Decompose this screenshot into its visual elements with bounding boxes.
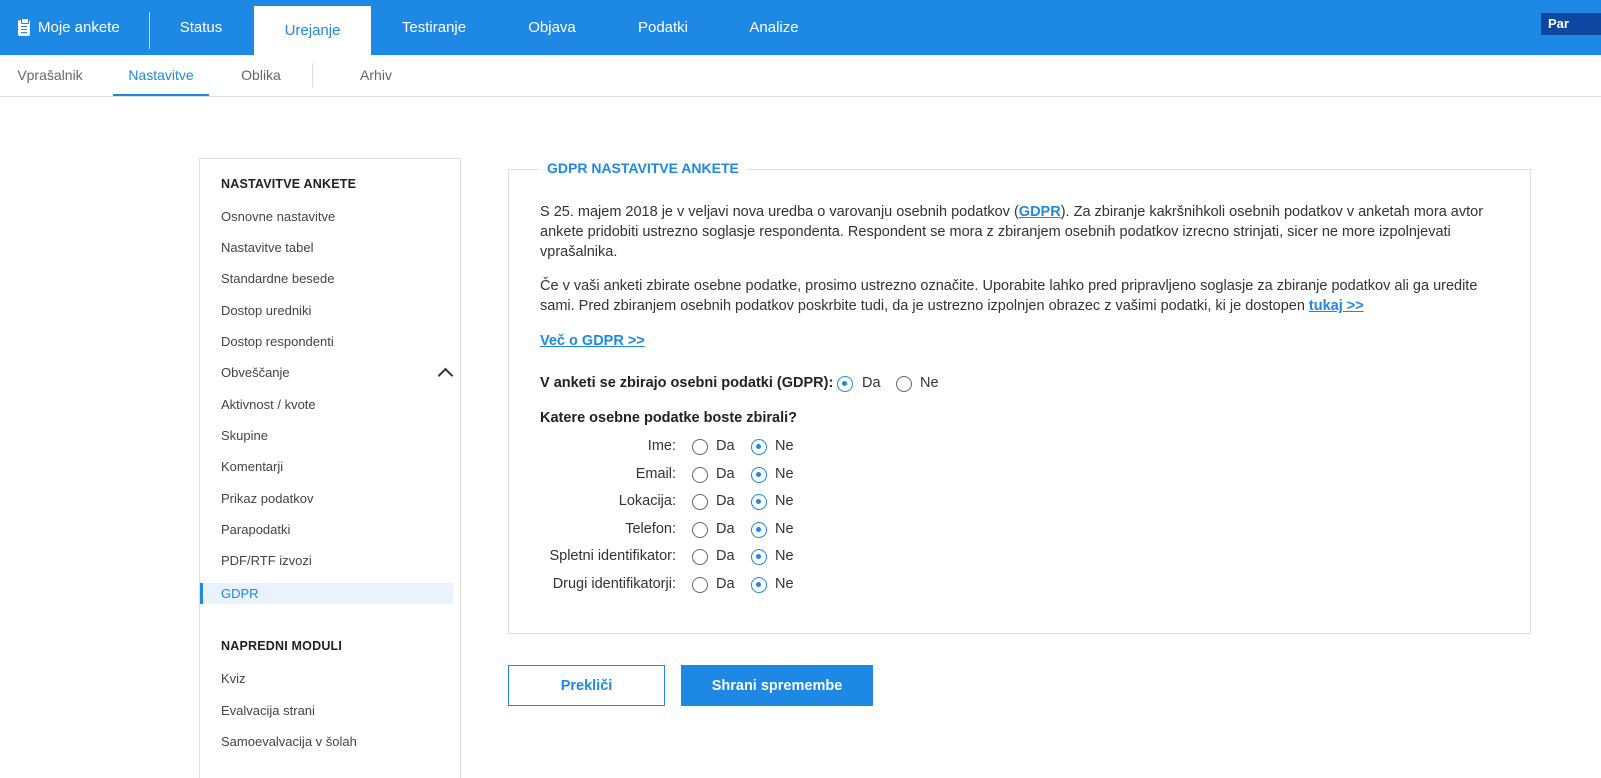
subtab-oblika[interactable]: Oblika bbox=[232, 55, 290, 95]
email-no-label: Ne bbox=[775, 466, 794, 482]
tab-testiranje[interactable]: Testiranje bbox=[384, 0, 484, 55]
ime-yes-label: Da bbox=[716, 438, 735, 454]
more-about-gdpr-link[interactable]: Več o GDPR >> bbox=[540, 333, 645, 349]
lokacija-no-label: Ne bbox=[775, 493, 794, 509]
gdpr-intro-paragraph: S 25. majem 2018 je v veljavi nova uredb… bbox=[540, 202, 1490, 262]
tab-urejanje[interactable]: Urejanje bbox=[254, 6, 371, 55]
subtab-arhiv[interactable]: Arhiv bbox=[350, 55, 402, 95]
personal-data-question: Katere osebne podatke boste zbirali? bbox=[540, 410, 798, 426]
sidebar-item-obvescanje[interactable]: Obveščanje bbox=[221, 365, 290, 380]
sidebar-item-prikaz[interactable]: Prikaz podatkov bbox=[221, 491, 314, 506]
tab-podatki[interactable]: Podatki bbox=[620, 0, 706, 55]
sidebar-item-komentarji[interactable]: Komentarji bbox=[221, 459, 283, 474]
my-surveys-link[interactable]: Moje ankete bbox=[18, 0, 120, 55]
ime-no-radio[interactable] bbox=[751, 439, 767, 455]
sidebar-item-osnovne[interactable]: Osnovne nastavitve bbox=[221, 209, 335, 224]
field-label-spletni: Spletni identifikator: bbox=[549, 548, 676, 564]
email-no-radio[interactable] bbox=[751, 467, 767, 483]
sidebar-item-tabele[interactable]: Nastavitve tabel bbox=[221, 240, 314, 255]
sidebar-item-dostop-uredniki[interactable]: Dostop uredniki bbox=[221, 303, 311, 318]
spletni-no-radio[interactable] bbox=[751, 549, 767, 565]
sidebar-item-skupine[interactable]: Skupine bbox=[221, 428, 268, 443]
telefon-no-radio[interactable] bbox=[751, 522, 767, 538]
field-label-ime: Ime: bbox=[647, 438, 676, 454]
sidebar-item-besede[interactable]: Standardne besede bbox=[221, 271, 334, 286]
sidebar-item-evalvacija[interactable]: Evalvacija strani bbox=[221, 703, 315, 718]
drugi-no-label: Ne bbox=[775, 576, 794, 592]
spletni-no-label: Ne bbox=[775, 548, 794, 564]
gdpr-instructions-paragraph: Če v vaši anketi zbirate osebne podatke,… bbox=[540, 276, 1490, 316]
gdpr-card-title: GDPR NASTAVITVE ANKETE bbox=[539, 160, 747, 176]
gdpr-link[interactable]: GDPR bbox=[1019, 204, 1061, 220]
lokacija-yes-label: Da bbox=[716, 493, 735, 509]
ime-yes-radio[interactable] bbox=[692, 439, 708, 455]
subnav-divider bbox=[312, 63, 313, 87]
telefon-yes-label: Da bbox=[716, 521, 735, 537]
subtab-nastavitve[interactable]: Nastavitve bbox=[113, 55, 209, 96]
subtab-vprasalnik[interactable]: Vprašalnik bbox=[12, 55, 88, 95]
drugi-no-radio[interactable] bbox=[751, 577, 767, 593]
telefon-no-label: Ne bbox=[775, 521, 794, 537]
field-label-telefon: Telefon: bbox=[625, 521, 676, 537]
drugi-yes-label: Da bbox=[716, 576, 735, 592]
user-menu-button[interactable]: Par bbox=[1541, 13, 1601, 35]
intro-text-start: S 25. majem 2018 je v veljavi nova uredb… bbox=[540, 204, 1019, 220]
spletni-yes-label: Da bbox=[716, 548, 735, 564]
email-yes-label: Da bbox=[716, 466, 735, 482]
sidebar-item-pdf-rtf[interactable]: PDF/RTF izvozi bbox=[221, 553, 312, 568]
gdpr-no-label: Ne bbox=[920, 375, 939, 391]
lokacija-yes-radio[interactable] bbox=[692, 494, 708, 510]
telefon-yes-radio[interactable] bbox=[692, 522, 708, 538]
gdpr-question-label: V anketi se zbirajo osebni podatki (GDPR… bbox=[540, 375, 834, 391]
clipboard-icon bbox=[18, 17, 30, 36]
sidebar-item-kviz[interactable]: Kviz bbox=[221, 671, 246, 686]
tab-status[interactable]: Status bbox=[160, 0, 242, 55]
save-changes-button[interactable]: Shrani spremembe bbox=[681, 665, 873, 706]
more-gdpr-row: Več o GDPR >> bbox=[540, 331, 1490, 351]
tab-analize[interactable]: Analize bbox=[732, 0, 816, 55]
form-here-link[interactable]: tukaj >> bbox=[1309, 298, 1364, 314]
tab-objava[interactable]: Objava bbox=[510, 0, 594, 55]
sidebar-heading-modules: NAPREDNI MODULI bbox=[221, 639, 343, 653]
email-yes-radio[interactable] bbox=[692, 467, 708, 483]
my-surveys-label: Moje ankete bbox=[38, 19, 120, 36]
lokacija-no-radio[interactable] bbox=[751, 494, 767, 510]
sidebar-item-samoevalvacija[interactable]: Samoevalvacija v šolah bbox=[221, 734, 357, 749]
sidebar-item-aktivnost[interactable]: Aktivnost / kvote bbox=[221, 397, 316, 412]
settings-sidebar: NASTAVITVE ANKETE Osnovne nastavitve Nas… bbox=[199, 158, 461, 778]
sidebar-item-parapodatki[interactable]: Parapodatki bbox=[221, 522, 290, 537]
gdpr-yes-label: Da bbox=[862, 375, 881, 391]
top-navbar: Moje ankete Status Urejanje Testiranje O… bbox=[0, 0, 1601, 55]
sidebar-item-dostop-respondenti[interactable]: Dostop respondenti bbox=[221, 334, 334, 349]
field-label-email: Email: bbox=[635, 466, 676, 482]
sub-navbar: Vprašalnik Nastavitve Oblika Arhiv bbox=[0, 55, 1601, 97]
sidebar-item-gdpr[interactable]: GDPR bbox=[200, 583, 453, 604]
navbar-divider bbox=[149, 12, 150, 49]
chevron-up-icon[interactable] bbox=[437, 367, 454, 384]
gdpr-no-radio[interactable] bbox=[896, 376, 912, 392]
field-label-lokacija: Lokacija: bbox=[618, 493, 676, 509]
cancel-button[interactable]: Prekliči bbox=[508, 665, 665, 706]
drugi-yes-radio[interactable] bbox=[692, 577, 708, 593]
ime-no-label: Ne bbox=[775, 438, 794, 454]
field-label-drugi: Drugi identifikatorji: bbox=[552, 576, 676, 592]
gdpr-yes-radio[interactable] bbox=[837, 376, 853, 392]
spletni-yes-radio[interactable] bbox=[692, 549, 708, 565]
sidebar-heading-settings: NASTAVITVE ANKETE bbox=[221, 177, 357, 191]
